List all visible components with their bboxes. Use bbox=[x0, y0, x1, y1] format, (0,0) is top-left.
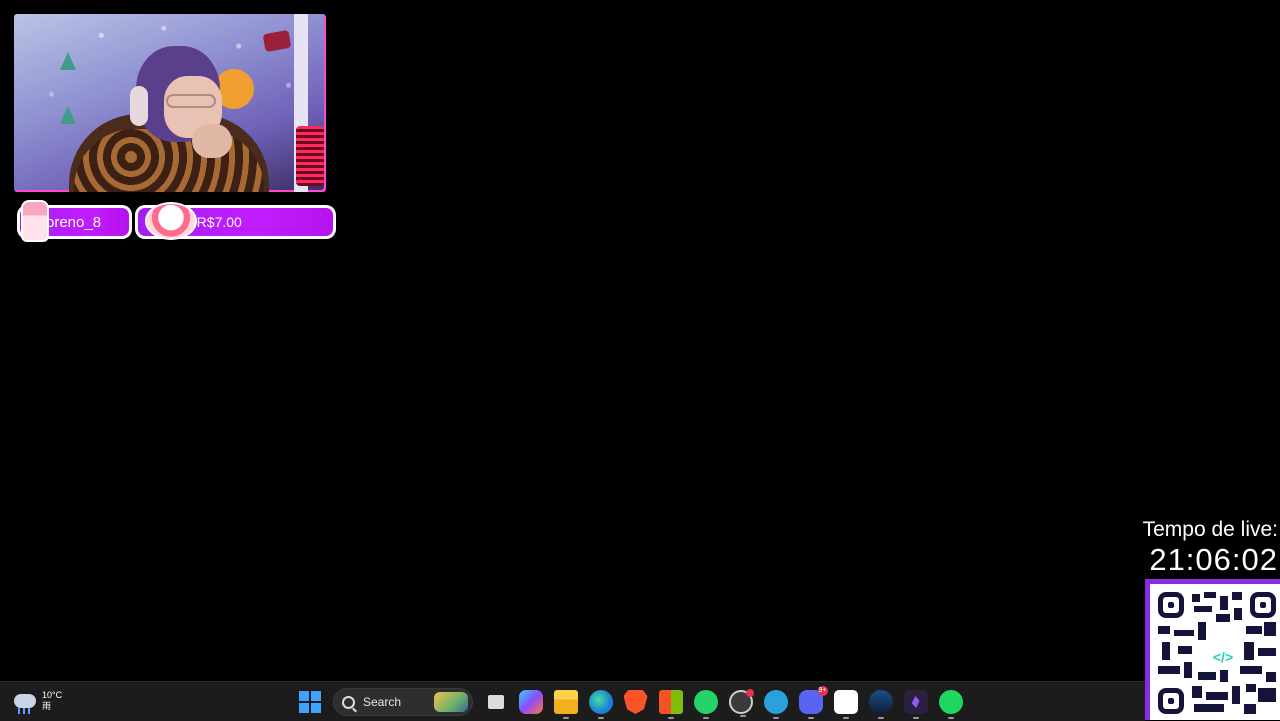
tree-decoration-icon bbox=[60, 52, 76, 70]
microphone-icon bbox=[296, 126, 324, 186]
file-explorer-icon[interactable] bbox=[553, 690, 578, 719]
taskbar: 10°C 雨 Search 9+ bbox=[0, 681, 1145, 721]
cup-sticker-icon bbox=[21, 200, 49, 242]
qr-code: </> bbox=[1145, 579, 1280, 720]
webcam-feed bbox=[14, 14, 326, 192]
qr-finder-icon bbox=[1158, 688, 1184, 714]
edge-icon[interactable] bbox=[588, 690, 613, 719]
qr-finder-icon bbox=[1250, 592, 1276, 618]
task-view-icon[interactable] bbox=[488, 695, 504, 709]
spotify-icon[interactable] bbox=[938, 690, 963, 719]
code-logo-icon: </> bbox=[1208, 648, 1238, 666]
copilot-icon[interactable] bbox=[518, 690, 543, 714]
live-timer-label: Tempo de live: bbox=[1142, 518, 1278, 541]
steam-icon[interactable] bbox=[868, 690, 893, 719]
search-highlight-icon bbox=[434, 692, 468, 712]
live-timer-value: 21:06:02 bbox=[1149, 542, 1278, 577]
obsidian-icon[interactable] bbox=[903, 690, 928, 719]
telegram-icon[interactable] bbox=[763, 690, 788, 719]
rain-cloud-icon bbox=[14, 694, 36, 714]
headphone-icon bbox=[130, 86, 148, 126]
discord-icon[interactable]: 9+ bbox=[798, 686, 828, 719]
search-label: Search bbox=[363, 695, 402, 709]
taskbar-apps: Search 9+ bbox=[292, 686, 968, 719]
weather-condition: 雨 bbox=[42, 701, 52, 711]
sushi-sticker-icon bbox=[145, 202, 197, 240]
obs-icon[interactable] bbox=[728, 689, 754, 717]
glasses bbox=[166, 94, 216, 108]
weather-temperature: 10°C bbox=[42, 690, 63, 700]
search-icon bbox=[342, 695, 355, 709]
bow-decoration-icon bbox=[262, 29, 292, 53]
streamer-app-icon[interactable] bbox=[833, 690, 858, 719]
search-box[interactable]: Search bbox=[333, 688, 473, 716]
tree-decoration-icon bbox=[60, 106, 76, 124]
weather-widget[interactable]: 10°C 雨 bbox=[14, 690, 63, 714]
streamer-hand bbox=[192, 124, 232, 158]
qr-code-pattern: </> bbox=[1158, 592, 1276, 714]
qr-finder-icon bbox=[1158, 592, 1184, 618]
microsoft-store-icon[interactable] bbox=[658, 690, 683, 719]
whatsapp-icon[interactable] bbox=[693, 690, 718, 719]
brave-icon[interactable] bbox=[623, 690, 648, 714]
discord-notification-badge: 9+ bbox=[817, 686, 828, 696]
windows-start-icon[interactable] bbox=[298, 690, 322, 714]
